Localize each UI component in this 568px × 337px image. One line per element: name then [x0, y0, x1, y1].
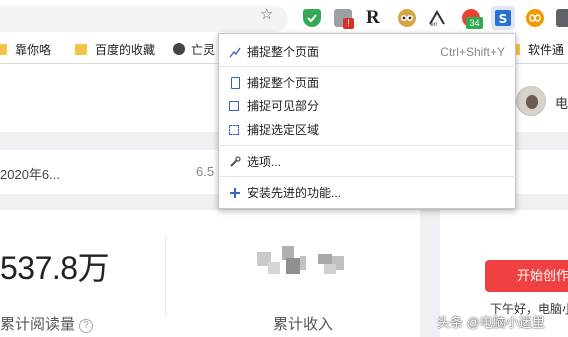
total-income-label: 累计收入 [273, 316, 334, 333]
help-icon[interactable]: ? [79, 319, 94, 333]
menu-item-capture-region[interactable]: 捕捉选定区域 [219, 119, 515, 141]
bookmark-label: 百度的收藏 [95, 43, 156, 57]
tool-extension-icon[interactable]: ! [334, 9, 354, 29]
visible-area-icon [229, 101, 239, 111]
menu-item-label: 安装先进的功能... [247, 186, 342, 200]
menu-separator [220, 66, 514, 67]
screenshot-extension-icon[interactable]: S [491, 6, 515, 30]
browser-toolbar: ☆ ! R en 34 S [0, 0, 568, 36]
capture-page-icon [229, 47, 241, 58]
tool-badge: ! [343, 18, 354, 29]
svg-text:en: en [430, 21, 438, 27]
screenshot-extension-menu: 捕捉整个页面 Ctrl+Shift+Y 捕捉整个页面 捕捉可见部分 捕捉选定区域… [218, 33, 516, 209]
bookmark-item[interactable]: 软件通 [508, 41, 564, 59]
total-reads-label: 累计阅读量? [0, 313, 94, 334]
menu-item-capture-full-page-shortcut[interactable]: 捕捉整个页面 Ctrl+Shift+Y [219, 41, 515, 63]
menu-item-shortcut: Ctrl+Shift+Y [440, 45, 505, 59]
region-select-icon [229, 125, 239, 135]
menu-item-capture-visible[interactable]: 捕捉可见部分 [219, 95, 515, 117]
stats-number: 6.5 [196, 164, 215, 179]
loop-extension-icon[interactable] [526, 9, 544, 27]
camera-extension-icon[interactable] [556, 9, 568, 27]
bookmark-label: 软件通 [528, 43, 565, 57]
menu-separator [220, 176, 514, 177]
menu-separator [220, 145, 514, 146]
owl-extension-icon[interactable] [398, 9, 416, 27]
menu-item-label: 捕捉整个页面 [247, 45, 320, 59]
bookmark-item[interactable]: 靠你咯 [0, 41, 51, 59]
stats-date: 2020年6... [0, 167, 60, 182]
total-reads-value: 537.8万 [0, 250, 110, 286]
folder-icon [75, 44, 87, 55]
address-bar[interactable] [0, 6, 288, 32]
menu-item-label: 选项... [247, 155, 282, 169]
username[interactable]: 电 [555, 93, 568, 112]
r-letter: R [366, 7, 380, 28]
bookmark-label: 靠你咯 [15, 43, 52, 57]
menu-item-install-advanced[interactable]: 安装先进的功能... [219, 182, 515, 204]
r-extension-icon[interactable]: R [366, 7, 384, 28]
bookmark-star-icon[interactable]: ☆ [260, 7, 273, 23]
watermark-text: 头条 @电脑小迷里 [437, 315, 545, 330]
translate-extension-icon[interactable]: en [428, 9, 446, 28]
bookmark-item[interactable]: 百度的收藏 [75, 41, 155, 59]
avatar[interactable] [516, 86, 546, 116]
menu-item-label: 捕捉可见部分 [247, 99, 320, 113]
folder-icon [0, 44, 7, 55]
notification-extension-icon[interactable]: 34 [462, 9, 483, 29]
svg-text:S: S [499, 12, 508, 26]
menu-item-label: 捕捉整个页面 [247, 76, 320, 90]
total-reads-text: 累计阅读量 [0, 316, 76, 333]
menu-item-label: 捕捉选定区域 [247, 123, 320, 137]
tools-icon [230, 156, 241, 167]
menu-item-capture-full-page[interactable]: 捕捉整个页面 [219, 72, 515, 94]
globe-icon [173, 43, 185, 55]
card-divider [165, 236, 166, 316]
start-creating-button[interactable]: 开始创作 [485, 260, 568, 292]
shield-extension-icon[interactable] [303, 9, 321, 27]
notification-badge: 34 [466, 17, 483, 29]
menu-item-options[interactable]: 选项... [219, 151, 515, 173]
plus-icon [230, 188, 240, 198]
bookmark-label: 亡灵 [191, 43, 216, 57]
bookmark-item[interactable]: 亡灵 [173, 41, 215, 59]
page-icon [231, 77, 240, 89]
